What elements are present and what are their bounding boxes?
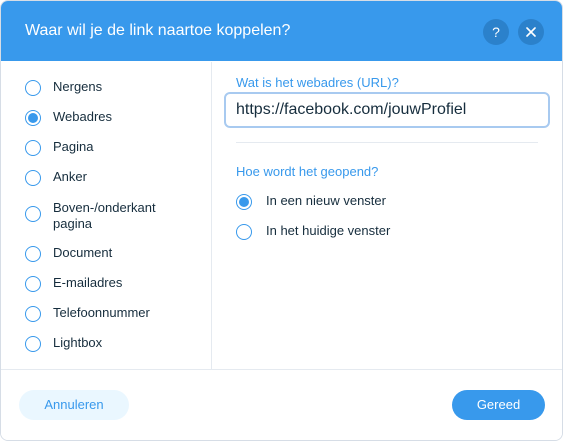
open-mode-label: Hoe wordt het geopend? [236, 164, 379, 179]
link-type-label: Lightbox [53, 335, 103, 350]
help-icon: ? [492, 24, 500, 40]
link-type-label: E-mailadres [53, 275, 123, 290]
link-type-label: Boven-/onderkant pagina [53, 200, 156, 231]
open-mode-option-label: In het huidige venster [266, 223, 391, 238]
dialog-header: Waar wil je de link naartoe koppelen? ? [1, 1, 562, 61]
dialog-title: Waar wil je de link naartoe koppelen? [25, 22, 291, 39]
link-type-label: Anker [53, 169, 87, 184]
url-label: Wat is het webadres (URL)? [236, 75, 399, 90]
radio-button[interactable] [25, 336, 41, 352]
radio-button[interactable] [25, 206, 41, 222]
radio-button-selected[interactable] [236, 194, 252, 210]
url-input[interactable] [224, 92, 550, 128]
close-icon [526, 27, 536, 37]
radio-button[interactable] [25, 170, 41, 186]
link-type-label: Pagina [53, 139, 94, 154]
radio-button[interactable] [236, 224, 252, 240]
open-mode-option-label: In een nieuw venster [266, 193, 386, 208]
radio-button[interactable] [25, 80, 41, 96]
link-type-label: Webadres [53, 109, 113, 124]
link-type-label: Document [53, 245, 113, 260]
done-button[interactable]: Gereed [452, 390, 545, 420]
link-type-list: Nergens Webadres Pagina Anker Boven-/ond… [1, 62, 212, 369]
link-dialog: Waar wil je de link naartoe koppelen? ? … [0, 0, 563, 441]
cancel-button[interactable]: Annuleren [19, 390, 129, 420]
close-button[interactable] [518, 19, 544, 45]
help-button[interactable]: ? [483, 19, 509, 45]
radio-button[interactable] [25, 246, 41, 262]
radio-button[interactable] [25, 276, 41, 292]
link-settings-panel: Wat is het webadres (URL)? Hoe wordt het… [212, 62, 562, 369]
radio-button[interactable] [25, 140, 41, 156]
divider [236, 142, 538, 143]
radio-button-selected[interactable] [25, 110, 41, 126]
radio-button[interactable] [25, 306, 41, 322]
dialog-footer: Annuleren Gereed [1, 369, 562, 440]
link-type-label: Nergens [53, 79, 103, 94]
link-type-label: Telefoonnummer [53, 305, 150, 320]
